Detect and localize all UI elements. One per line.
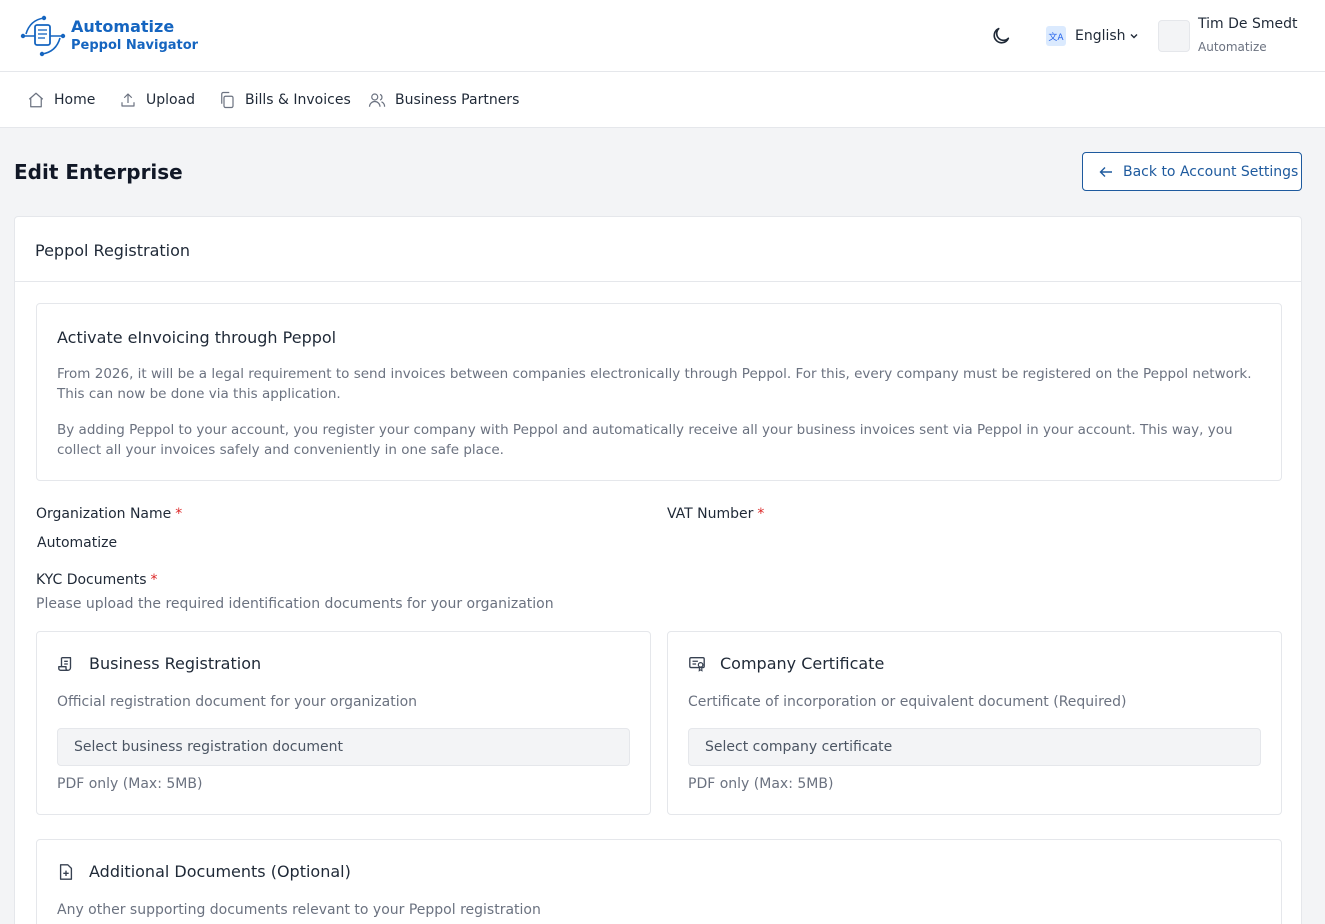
chevron-down-icon: [1130, 34, 1138, 39]
doc-header: Business Registration: [57, 654, 261, 673]
nav-item-home[interactable]: Home: [27, 90, 95, 110]
doc-description: Certificate of incorporation or equivale…: [688, 694, 1127, 710]
back-to-account-settings-button[interactable]: Back to Account Settings: [1082, 152, 1302, 191]
doc-title: Company Certificate: [720, 654, 885, 673]
doc-title: Additional Documents (Optional): [89, 862, 351, 881]
business-registration-file-select[interactable]: Select business registration document: [57, 728, 630, 766]
nav-item-label: Upload: [146, 92, 196, 108]
required-mark: *: [757, 506, 765, 522]
language-selector[interactable]: 文A English: [1046, 25, 1139, 47]
brand-product: Peppol Navigator: [71, 38, 199, 53]
doc-file-hint: PDF only (Max: 5MB): [688, 776, 834, 792]
certificate-icon: [689, 656, 705, 672]
vat-number-label: VAT Number *: [667, 506, 764, 522]
organization-name-value: Automatize: [37, 535, 118, 551]
copy-icon: [221, 91, 234, 109]
info-title: Activate eInvoicing through Peppol: [57, 328, 337, 347]
nav-item-label: Business Partners: [395, 92, 520, 108]
info-paragraph-2: By adding Peppol to your account, you re…: [57, 422, 1233, 458]
info-box: Activate eInvoicing through Peppol From …: [36, 303, 1282, 481]
doc-header: Company Certificate: [688, 654, 884, 673]
required-mark: *: [175, 506, 183, 522]
language-label: English: [1075, 28, 1126, 44]
nav-item-business-partners[interactable]: Business Partners: [368, 90, 519, 110]
doc-description: Official registration document for your …: [57, 694, 418, 710]
theme-toggle-moon-icon[interactable]: [990, 25, 1012, 47]
nav-item-label: Home: [54, 92, 96, 108]
organization-name-label-text: Organization Name: [36, 506, 172, 522]
additional-documents-box: Additional Documents (Optional) Any othe…: [36, 839, 1282, 924]
card-header: Peppol Registration: [15, 217, 1301, 282]
nav-item-upload[interactable]: Upload: [119, 90, 195, 110]
translate-icon-text: 文A: [1048, 32, 1064, 43]
user-organization: Automatize: [1198, 40, 1267, 54]
organization-name-label: Organization Name *: [36, 506, 182, 522]
required-mark: *: [150, 572, 158, 588]
logo-icon[interactable]: [20, 14, 66, 58]
nav-item-label: Bills & Invoices: [245, 92, 351, 108]
top-header: Automatize Peppol Navigator 文A English T…: [0, 0, 1325, 72]
doc-description: Any other supporting documents relevant …: [57, 902, 541, 918]
doc-header: Additional Documents (Optional): [57, 862, 351, 881]
company-certificate-box: Company Certificate Certificate of incor…: [667, 631, 1282, 815]
page-title: Edit Enterprise: [14, 160, 183, 184]
scroll-document-icon: [58, 656, 72, 671]
company-certificate-file-select[interactable]: Select company certificate: [688, 728, 1261, 766]
arrow-left-icon: [1099, 166, 1112, 177]
kyc-documents-label-text: KYC Documents: [36, 572, 147, 588]
file-plus-icon: [59, 863, 73, 880]
card-title: Peppol Registration: [35, 241, 191, 260]
business-registration-box: Business Registration Official registrat…: [36, 631, 651, 815]
avatar[interactable]: [1158, 20, 1190, 52]
info-paragraph-1: From 2026, it will be a legal requiremen…: [57, 366, 1252, 402]
translate-icon: 文A: [1046, 26, 1066, 46]
kyc-documents-label: KYC Documents *: [36, 572, 158, 588]
home-icon: [28, 92, 44, 108]
doc-title: Business Registration: [89, 654, 262, 673]
nav-item-bills-invoices[interactable]: Bills & Invoices: [218, 90, 351, 110]
peppol-registration-card: Peppol Registration Activate eInvoicing …: [14, 216, 1302, 924]
main-nav: Home Upload Bills & Invoices Business Pa…: [0, 72, 1325, 128]
back-button-label: Back to Account Settings: [1123, 163, 1299, 180]
kyc-subtitle: Please upload the required identificatio…: [36, 596, 554, 612]
users-icon: [368, 93, 386, 107]
brand-name: Automatize: [71, 17, 175, 36]
upload-icon: [121, 93, 135, 107]
user-name[interactable]: Tim De Smedt: [1198, 16, 1297, 32]
vat-number-label-text: VAT Number: [667, 506, 754, 522]
doc-file-hint: PDF only (Max: 5MB): [57, 776, 203, 792]
